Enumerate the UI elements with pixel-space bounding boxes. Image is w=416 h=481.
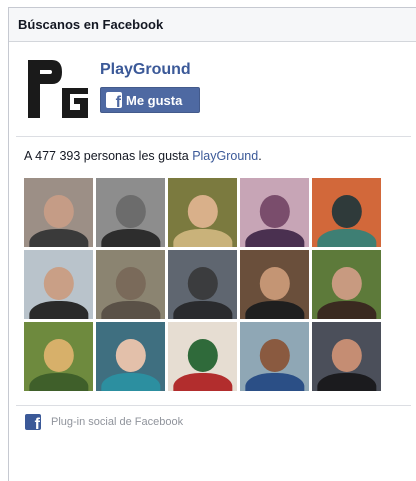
widget-title: Búscanos en Facebook (9, 8, 416, 42)
likes-count-text: A 477 393 personas les gusta PlayGround. (24, 149, 262, 163)
divider (16, 405, 411, 406)
avatar-head (187, 338, 218, 372)
friend-avatar[interactable] (312, 178, 381, 247)
friend-faces-grid (24, 178, 381, 391)
avatar-shoulders (316, 373, 377, 391)
avatar-head (43, 194, 74, 228)
avatar-head (331, 266, 362, 300)
avatar-shoulders (244, 301, 305, 319)
divider (16, 136, 411, 137)
friend-avatar[interactable] (24, 178, 93, 247)
facebook-page-widget: Búscanos en Facebook PlayGround f Me gus… (8, 7, 416, 481)
avatar-shoulders (172, 373, 233, 391)
avatar-head (43, 266, 74, 300)
page-name-inline-link[interactable]: PlayGround (192, 149, 258, 163)
avatar-head (115, 194, 146, 228)
friend-avatar[interactable] (96, 322, 165, 391)
avatar-head (187, 194, 218, 228)
social-plugin-link[interactable]: f Plug-in social de Facebook (25, 414, 183, 430)
avatar-shoulders (100, 229, 161, 247)
social-plugin-label: Plug-in social de Facebook (51, 416, 184, 428)
avatar-head (331, 194, 362, 228)
avatar-shoulders (28, 373, 89, 391)
avatar-head (43, 338, 74, 372)
friend-avatar[interactable] (96, 250, 165, 319)
avatar-shoulders (244, 229, 305, 247)
like-button-label: Me gusta (126, 92, 183, 108)
friend-avatar[interactable] (168, 178, 237, 247)
avatar-head (259, 338, 290, 372)
friend-avatar[interactable] (240, 178, 309, 247)
avatar-shoulders (316, 229, 377, 247)
avatar-head (115, 266, 146, 300)
avatar-shoulders (28, 229, 89, 247)
avatar-shoulders (244, 373, 305, 391)
avatar-head (187, 266, 218, 300)
avatar-head (259, 266, 290, 300)
facebook-f-icon: f (106, 92, 122, 108)
like-button[interactable]: f Me gusta (100, 87, 200, 113)
avatar-shoulders (28, 301, 89, 319)
friend-avatar[interactable] (240, 322, 309, 391)
friend-avatar[interactable] (240, 250, 309, 319)
likes-count-suffix: . (258, 149, 262, 163)
avatar-shoulders (172, 301, 233, 319)
playground-logo-icon (26, 58, 90, 120)
avatar-shoulders (100, 373, 161, 391)
friend-avatar[interactable] (312, 250, 381, 319)
avatar-head (259, 194, 290, 228)
likes-count-prefix: A 477 393 personas les gusta (24, 149, 193, 163)
page-name-link[interactable]: PlayGround (100, 61, 191, 79)
friend-avatar[interactable] (96, 178, 165, 247)
avatar-shoulders (316, 301, 377, 319)
avatar-head (331, 338, 362, 372)
avatar-head (115, 338, 146, 372)
friend-avatar[interactable] (312, 322, 381, 391)
friend-avatar[interactable] (168, 250, 237, 319)
page-logo[interactable] (26, 58, 90, 120)
friend-avatar[interactable] (168, 322, 237, 391)
avatar-shoulders (100, 301, 161, 319)
avatar-shoulders (172, 229, 233, 247)
facebook-logo-icon: f (25, 414, 41, 430)
friend-avatar[interactable] (24, 250, 93, 319)
friend-avatar[interactable] (24, 322, 93, 391)
